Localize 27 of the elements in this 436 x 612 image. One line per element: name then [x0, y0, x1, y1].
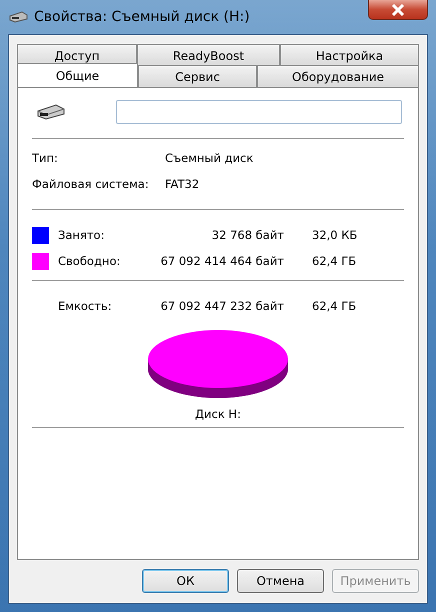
tab[interactable]: Сервис: [138, 65, 257, 87]
tab[interactable]: ReadyBoost: [137, 44, 280, 66]
info-label: Тип:: [32, 151, 59, 167]
byte-count: 32 768 байт: [210, 228, 284, 242]
drive-icon: [36, 103, 66, 121]
info-label: Файловая система:: [32, 177, 150, 193]
dialog-button[interactable]: Отмена: [237, 569, 324, 593]
usage-label: Занято:: [58, 228, 106, 242]
tab[interactable]: Оборудование: [257, 65, 419, 87]
info-value: FAT32: [165, 177, 200, 193]
close-button[interactable]: [368, 0, 428, 20]
window-title: Свойства: Съемный диск (H:): [34, 9, 250, 25]
dialog-button[interactable]: ОК: [142, 569, 229, 593]
capacity-label: Емкость:: [58, 299, 113, 313]
byte-count: 67 092 414 464 байт: [160, 254, 284, 268]
disk-label: Диск H:: [194, 407, 242, 421]
usage-label: Свободно:: [58, 254, 122, 268]
size-value: 32,0 КБ: [312, 228, 358, 242]
size-value: 62,4 ГБ: [312, 254, 356, 268]
tab[interactable]: Настройка: [280, 44, 419, 66]
name-field[interactable]: [116, 100, 402, 124]
info-value: Съемный диск: [165, 151, 254, 167]
tab[interactable]: Общие: [17, 63, 138, 87]
byte-count: 67 092 447 232 байт: [160, 299, 284, 313]
size-value: 62,4 ГБ: [312, 299, 356, 313]
close-icon: [391, 4, 405, 16]
drive-icon: [8, 11, 28, 23]
